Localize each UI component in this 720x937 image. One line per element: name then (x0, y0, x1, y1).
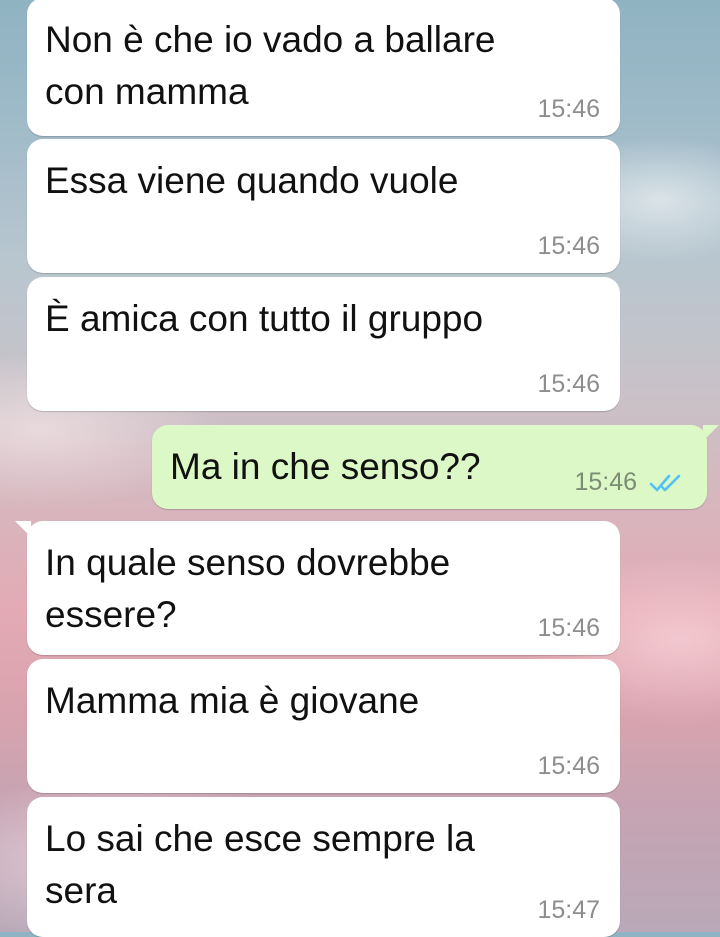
message-bubble-outgoing[interactable]: Ma in che senso?? 15:46 (152, 425, 719, 509)
message-text: In quale senso dovrebbe essere? (45, 542, 451, 635)
message-text: Lo sai che esce sempre la sera (45, 818, 475, 911)
message-time: 15:46 (574, 468, 637, 496)
message-bubble-incoming[interactable]: Essa viene quando vuole 15:46 (27, 139, 620, 273)
message-text: Mamma mia è giovane (45, 680, 420, 721)
message-bubble-incoming[interactable]: In quale senso dovrebbe essere? 15:46 (15, 521, 620, 655)
message-bubble-incoming[interactable]: È amica con tutto il gruppo 15:46 (27, 277, 620, 411)
message-bubble-incoming[interactable]: Non è che io vado a ballare con mamma 15… (27, 0, 620, 136)
message-time: 15:46 (537, 614, 600, 642)
message-time: 15:46 (537, 95, 600, 123)
message-text: Non è che io vado a ballare con mamma (45, 19, 496, 112)
message-time: 15:46 (537, 370, 600, 398)
message-text: Essa viene quando vuole (45, 160, 459, 201)
bubble-tail (703, 425, 719, 441)
bubble-tail (15, 521, 31, 537)
chat-area: Non è che io vado a ballare con mamma 15… (0, 0, 720, 937)
double-check-icon (649, 474, 681, 492)
message-bubble-incoming[interactable]: Mamma mia è giovane 15:46 (27, 659, 620, 793)
message-time: 15:47 (537, 896, 600, 924)
message-time: 15:46 (537, 752, 600, 780)
message-time: 15:46 (537, 232, 600, 260)
message-text: È amica con tutto il gruppo (45, 298, 484, 339)
message-bubble-incoming[interactable]: Lo sai che esce sempre la sera 15:47 (27, 797, 620, 937)
